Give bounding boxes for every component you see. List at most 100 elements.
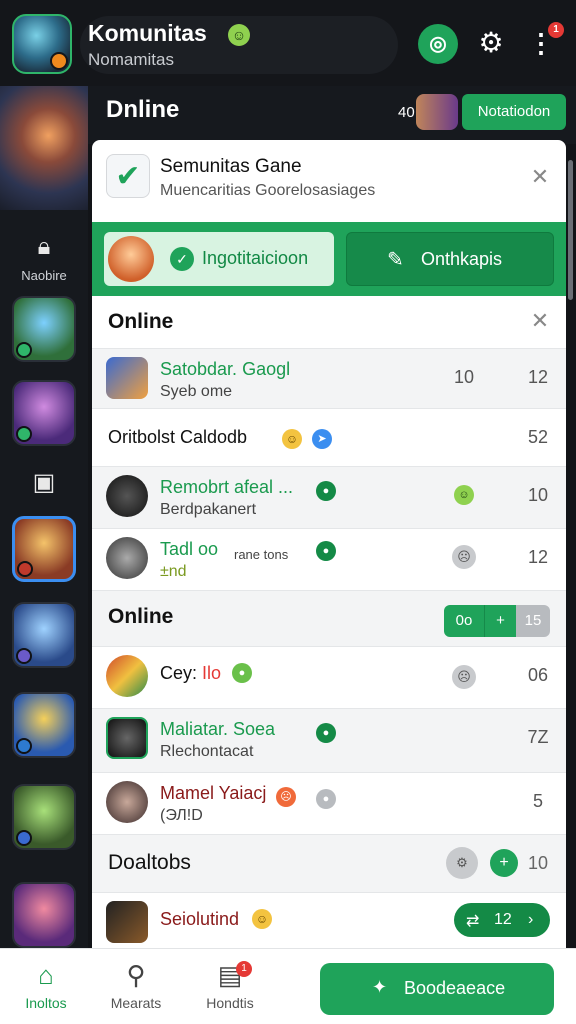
- list-item-count: 12: [527, 367, 549, 387]
- message-count: 12: [494, 911, 512, 928]
- list-item-name: Remobrt afeal ...: [160, 477, 294, 497]
- tab-bar: ✓ Ingotitaicioon ✎ Onthkapis: [92, 222, 566, 296]
- status-badge: [50, 52, 68, 70]
- avatar: [108, 236, 154, 282]
- tab-onthkapis[interactable]: ✎ Onthkapis: [346, 232, 554, 286]
- online-strip-title: Dnline: [106, 96, 180, 123]
- nav-home[interactable]: ⌂ Inoltos: [6, 959, 86, 1011]
- section-count: 10: [528, 853, 549, 873]
- top-bar: Komunitas ☺ Nomamitas ◎ ⚙ ⋮ 1: [0, 0, 576, 86]
- add-icon[interactable]: +: [490, 849, 518, 877]
- sidebar-game-1[interactable]: [12, 296, 76, 362]
- gear-icon[interactable]: ⚙: [476, 28, 506, 58]
- notification-badge: 1: [236, 961, 252, 977]
- sidebar-game-3[interactable]: [12, 516, 76, 582]
- list-item-name: Mamel Yaiacj: [160, 783, 267, 803]
- nav-label: Mearats: [110, 995, 162, 1011]
- game-icon: ●: [316, 541, 336, 561]
- sidebar-label: Naobire: [21, 268, 67, 283]
- status-icon[interactable]: ☹: [452, 545, 476, 569]
- tab-ingotitaicioon[interactable]: ✓ Ingotitaicioon: [104, 232, 334, 286]
- chat-icon[interactable]: ◎: [418, 24, 458, 64]
- status-dot: [17, 561, 33, 577]
- lock-icon[interactable]: 🔒︎: [29, 232, 59, 262]
- sidebar-game-5[interactable]: [12, 692, 76, 758]
- close-icon[interactable]: ✕: [528, 164, 552, 190]
- close-icon[interactable]: ✕: [528, 308, 552, 334]
- online-strip: Dnline 40 Notatiodon: [88, 86, 576, 144]
- segmented-control[interactable]: 0o + 15: [444, 605, 550, 637]
- seg-option[interactable]: +: [484, 605, 516, 637]
- nav-label: Inoltos: [25, 995, 67, 1011]
- avatar: [106, 901, 148, 943]
- bottom-nav: ⌂ Inoltos ⚲ Mearats ▤ 1 Hondtis ✦ Boodea…: [0, 948, 576, 1024]
- section-header: Online 0o + 15: [92, 590, 566, 646]
- avatar: [106, 655, 148, 697]
- sidebar-game-6[interactable]: [12, 784, 76, 850]
- community-subtitle: Muencaritias Goorelosasiages: [160, 182, 376, 199]
- list-item-count: 10: [527, 485, 549, 505]
- list-item-sub: Rlechontacat: [160, 743, 254, 760]
- list-item[interactable]: Mamel Yaiacj (ЭЛ!D ☹ ● 5: [92, 772, 566, 834]
- list-item-sub: (ЭЛ!D: [160, 807, 203, 824]
- list-item-name: Maliatar. Soea: [160, 719, 276, 739]
- list-item-name: Satobdar. Gaogl: [160, 359, 291, 379]
- online-count: 40: [398, 104, 415, 121]
- status-dot: [16, 830, 32, 846]
- community-panel: ✔ Semunitas Gane Muencaritias Goorelosas…: [92, 140, 566, 948]
- status-dot: [16, 648, 32, 664]
- sidebar-game-4[interactable]: [12, 602, 76, 668]
- section-title: Online: [108, 310, 174, 333]
- online-avatars[interactable]: [416, 94, 458, 130]
- list-item-extra: rane tons: [234, 547, 289, 562]
- document-icon: ▤: [217, 960, 243, 990]
- page-subtitle: Nomamitas: [88, 50, 174, 69]
- list-item-count: 7Z: [527, 727, 549, 747]
- avatar: [106, 781, 148, 823]
- bag-icon[interactable]: ▣: [29, 468, 59, 498]
- list-item[interactable]: Tadl oo ±nd rane tons ● ☹ 12: [92, 528, 566, 590]
- notification-badge: 1: [548, 22, 564, 38]
- list-item-name: Cey: Ilo: [160, 663, 222, 683]
- game-icon: ●: [232, 663, 252, 683]
- checkmark-logo-icon: ✔: [106, 154, 150, 198]
- seg-option[interactable]: 15: [516, 605, 550, 637]
- handshake-icon: ✦: [372, 977, 388, 997]
- emoji-icon: ☹: [276, 787, 296, 807]
- scrollbar[interactable]: [568, 160, 573, 300]
- list-item[interactable]: Oritbolst Caldodb ☺ ➤ 52: [92, 408, 566, 468]
- primary-action-button[interactable]: ✦ Boodeaeace: [320, 963, 554, 1015]
- more-menu-icon[interactable]: ⋮ 1: [528, 22, 564, 58]
- list-item[interactable]: Remobrt afeal ... Berdpakanert ● ☺ 10: [92, 466, 566, 528]
- chat-check-icon: ✓: [170, 247, 194, 271]
- avatar: [106, 537, 148, 579]
- list-item[interactable]: Maliatar. Soea Rlechontacat ● 7Z: [92, 708, 566, 772]
- avatar: [106, 717, 148, 759]
- sidebar-game-7[interactable]: [12, 882, 76, 948]
- game-icon: ●: [316, 481, 336, 501]
- list-item[interactable]: Cey: Ilo ● ☹ 06: [92, 646, 566, 708]
- nav-search[interactable]: ⚲ Mearats: [96, 959, 176, 1011]
- sidebar-game-2[interactable]: [12, 380, 76, 446]
- emoji-icon: ☺: [282, 429, 302, 449]
- status-icon[interactable]: ☹: [452, 665, 476, 689]
- notifications-button[interactable]: Notatiodon: [462, 94, 566, 130]
- community-title: Semunitas Gane: [160, 156, 302, 177]
- seg-option[interactable]: 0o: [444, 605, 484, 637]
- title-pill[interactable]: Komunitas ☺ Nomamitas: [80, 16, 398, 74]
- page-title: Komunitas: [88, 20, 207, 46]
- avatar: [106, 357, 148, 399]
- smile-icon: ☺: [228, 24, 250, 46]
- tab-label: Onthkapis: [421, 249, 503, 269]
- sidebar: 🔒︎ Naobire ▣: [0, 86, 88, 948]
- app-avatar[interactable]: [12, 14, 72, 74]
- list-item[interactable]: Seiolutind ☺ ⇄ 12 ›: [92, 892, 566, 948]
- nav-notifications[interactable]: ▤ 1 Hondtis: [190, 959, 270, 1011]
- avatar: [106, 475, 148, 517]
- settings-icon[interactable]: ⚙: [446, 847, 478, 879]
- list-item[interactable]: Satobdar. Gaogl Syeb ome 10 12: [92, 348, 566, 408]
- emoji-icon: ☺: [252, 909, 272, 929]
- message-count-button[interactable]: ⇄ 12 ›: [454, 903, 550, 937]
- hero-banner-image[interactable]: [0, 86, 88, 210]
- online-icon: ☺: [454, 485, 474, 505]
